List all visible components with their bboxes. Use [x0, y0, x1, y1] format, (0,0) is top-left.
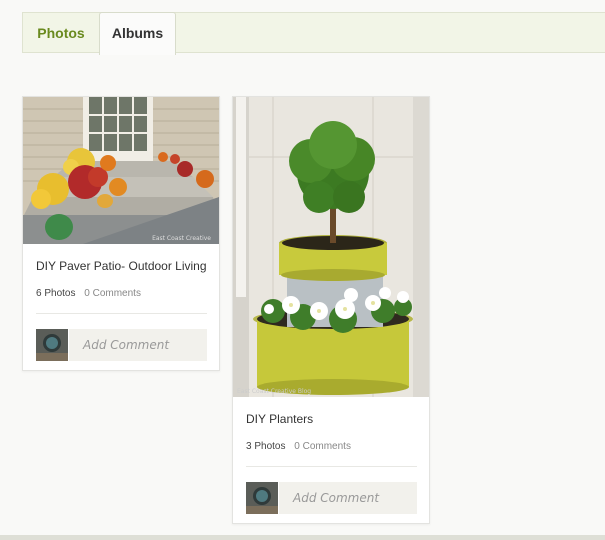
footer-border	[0, 535, 605, 540]
photo-count: 3 Photos	[246, 441, 286, 452]
avatar	[246, 482, 278, 514]
comment-row: Add Comment	[36, 329, 207, 361]
album-meta: 3 Photos 0 Comments	[246, 441, 351, 452]
comment-row: Add Comment	[246, 482, 417, 514]
album-cover-photo[interactable]: East Coast Creative	[23, 97, 219, 244]
photo-count: 6 Photos	[36, 288, 76, 299]
album-title[interactable]: DIY Paver Patio- Outdoor Living	[36, 259, 207, 273]
add-comment-input[interactable]: Add Comment	[69, 329, 207, 361]
divider	[246, 466, 417, 467]
album-meta: 6 Photos 0 Comments	[36, 288, 141, 299]
svg-text:East Coast Creative: East Coast Creative	[152, 235, 211, 242]
comment-count[interactable]: 0 Comments	[84, 288, 141, 299]
album-tabs: Photos Albums	[22, 12, 605, 55]
album-card: East Coast Creative DIY Paver Patio- Out…	[22, 96, 220, 371]
tab-albums[interactable]: Albums	[99, 12, 176, 55]
comment-count[interactable]: 0 Comments	[294, 441, 351, 452]
album-cover-photo[interactable]: East Coast Creative Blog	[233, 97, 429, 397]
tab-photos[interactable]: Photos	[23, 13, 99, 54]
divider	[36, 313, 207, 314]
add-comment-input[interactable]: Add Comment	[279, 482, 417, 514]
album-title[interactable]: DIY Planters	[246, 412, 313, 426]
svg-text:East Coast Creative Blog: East Coast Creative Blog	[237, 388, 311, 395]
avatar	[36, 329, 68, 361]
album-card: East Coast Creative Blog DIY Planters 3 …	[232, 96, 430, 524]
